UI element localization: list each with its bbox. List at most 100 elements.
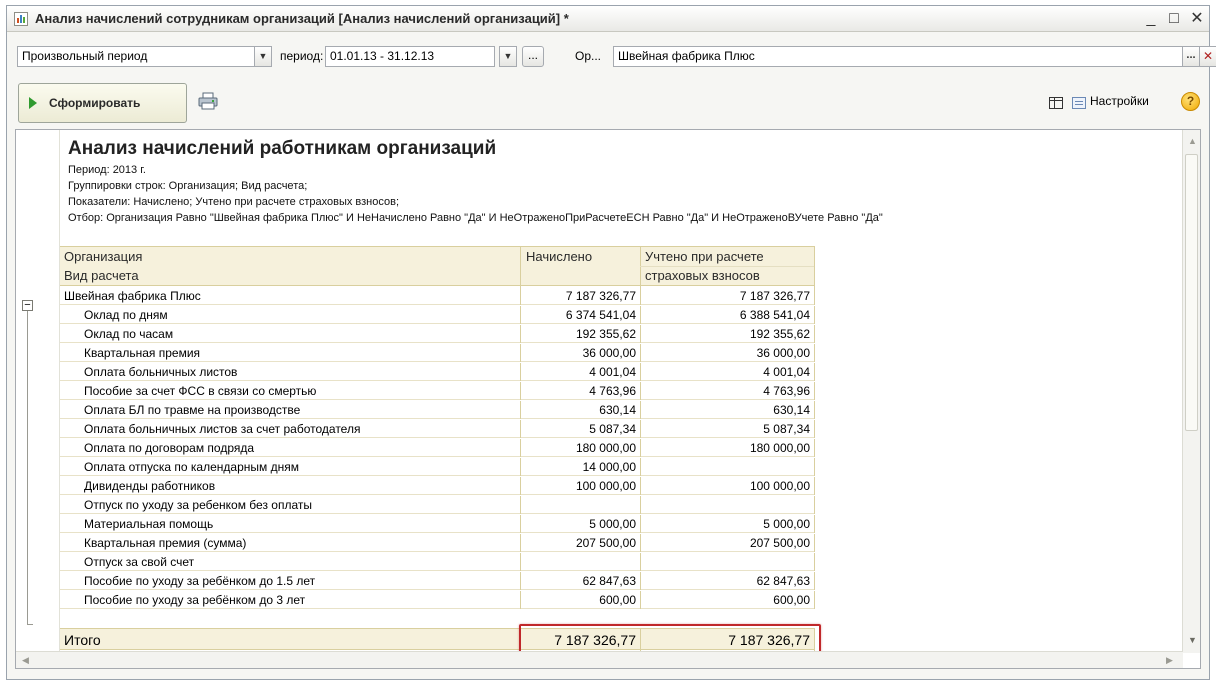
report-window: Анализ начислений сотрудникам организаци… bbox=[6, 5, 1216, 680]
table-row[interactable]: Пособие за счет ФСС в связи со смертью 4 … bbox=[60, 382, 815, 400]
organization-input[interactable]: Швейная фабрика Плюс bbox=[613, 46, 1183, 67]
vertical-scroll-thumb[interactable] bbox=[1185, 154, 1198, 431]
report-indicators: Показатели: Начислено; Учтено при расчет… bbox=[68, 196, 399, 208]
cell-insured bbox=[640, 458, 815, 476]
period-label: период: bbox=[280, 49, 324, 63]
cell-insured: 5 000,00 bbox=[640, 515, 815, 533]
cell-name: Оклад по часам bbox=[84, 327, 174, 341]
table-header: Организация Вид расчета Начислено Учтено… bbox=[60, 246, 815, 287]
minimize-button[interactable]: _ bbox=[1140, 8, 1162, 30]
period-select-button[interactable]: ... bbox=[522, 46, 544, 67]
scroll-down-icon[interactable]: ▼ bbox=[1188, 635, 1197, 645]
cell-accrued: 14 000,00 bbox=[520, 458, 640, 476]
scroll-left-icon[interactable]: ◀ bbox=[22, 655, 29, 666]
cell-insured: 6 388 541,04 bbox=[640, 306, 815, 324]
table-row[interactable]: Оплата больничных листов за счет работод… bbox=[60, 420, 815, 438]
generate-button-label: Сформировать bbox=[49, 96, 141, 110]
play-icon bbox=[29, 97, 37, 109]
period-input[interactable]: 01.01.13 - 31.12.13 bbox=[325, 46, 495, 67]
settings-button[interactable]: Настройки bbox=[1090, 94, 1149, 108]
close-button[interactable]: ✕ bbox=[1186, 8, 1208, 30]
report-filter: Отбор: Организация Равно "Швейная фабрик… bbox=[68, 212, 883, 224]
vertical-scrollbar[interactable]: ▲ ▼ bbox=[1182, 130, 1200, 653]
title-bar: Анализ начислений сотрудникам организаци… bbox=[7, 6, 1209, 32]
cell-name: Пособие по уходу за ребёнком до 3 лет bbox=[84, 593, 306, 607]
table-view-icon[interactable] bbox=[1049, 97, 1063, 109]
header-accrued: Начислено bbox=[526, 249, 593, 264]
cell-accrued: 4 001,04 bbox=[520, 363, 640, 381]
table-row[interactable]: Квартальная премия (сумма) 207 500,00 207 … bbox=[60, 534, 815, 552]
cell-name: Квартальная премия bbox=[84, 346, 201, 360]
cell-accrued bbox=[520, 496, 640, 514]
cell-accrued: 5 087,34 bbox=[520, 420, 640, 438]
cell-accrued: 180 000,00 bbox=[520, 439, 640, 457]
header-insured-line1: Учтено при расчете bbox=[645, 249, 764, 264]
organization-select-button[interactable]: ... bbox=[1182, 46, 1200, 67]
clear-icon[interactable]: ✕ bbox=[1199, 46, 1216, 67]
tree-line bbox=[27, 311, 28, 624]
print-icon[interactable] bbox=[198, 92, 218, 110]
collapse-icon[interactable]: − bbox=[22, 300, 33, 311]
cell-insured: 630,14 bbox=[640, 401, 815, 419]
report-app-icon bbox=[14, 12, 28, 26]
generate-button[interactable]: Сформировать bbox=[18, 83, 187, 123]
horizontal-scrollbar[interactable]: ◀ ▶ bbox=[16, 651, 1183, 668]
cell-accrued: 7 187 326,77 bbox=[520, 287, 640, 305]
cell-name: Дивиденды работников bbox=[84, 479, 216, 493]
table-row[interactable]: Оклад по часам 192 355,62 192 355,62 bbox=[60, 325, 815, 343]
cell-accrued: 36 000,00 bbox=[520, 344, 640, 362]
cell-accrued: 5 000,00 bbox=[520, 515, 640, 533]
table-row[interactable]: Дивиденды работников 100 000,00 100 000,00 bbox=[60, 477, 815, 495]
total-highlight-frame bbox=[519, 624, 821, 653]
cell-accrued: 100 000,00 bbox=[520, 477, 640, 495]
table-row[interactable]: Оплата БЛ по травме на производстве 630,1… bbox=[60, 401, 815, 419]
table-row[interactable]: Оплата отпуска по календарным дням 14 000… bbox=[60, 458, 815, 476]
cell-accrued: 630,14 bbox=[520, 401, 640, 419]
cell-accrued bbox=[520, 553, 640, 571]
cell-name: Швейная фабрика Плюс bbox=[64, 289, 201, 303]
cell-accrued: 4 763,96 bbox=[520, 382, 640, 400]
table-row[interactable]: Пособие по уходу за ребёнком до 1.5 лет 6… bbox=[60, 572, 815, 590]
maximize-button[interactable]: □ bbox=[1163, 8, 1185, 30]
table-row[interactable]: Отпуск по уходу за ребенком без оплаты bbox=[60, 496, 815, 514]
table-row[interactable]: Материальная помощь 5 000,00 5 000,00 bbox=[60, 515, 815, 533]
report-area[interactable]: Анализ начислений работникам организаций… bbox=[15, 129, 1201, 669]
header-insured-line2: страховых взносов bbox=[645, 268, 760, 283]
scroll-up-icon[interactable]: ▲ bbox=[1188, 136, 1197, 146]
period-type-dropdown-icon[interactable]: ▼ bbox=[254, 46, 272, 67]
report-period: Период: 2013 г. bbox=[68, 164, 146, 176]
table-row[interactable]: Оплата больничных листов 4 001,04 4 001,04 bbox=[60, 363, 815, 381]
window-title: Анализ начислений сотрудникам организаци… bbox=[35, 11, 569, 26]
cell-insured: 100 000,00 bbox=[640, 477, 815, 495]
table-row[interactable]: Пособие по уходу за ребёнком до 3 лет 600… bbox=[60, 591, 815, 609]
table-row-group[interactable]: Швейная фабрика Плюс 7 187 326,77 7 187 … bbox=[60, 287, 815, 305]
table-row[interactable]: Квартальная премия 36 000,00 36 000,00 bbox=[60, 344, 815, 362]
cell-insured bbox=[640, 496, 815, 514]
tree-line-end bbox=[27, 624, 33, 625]
cell-accrued: 207 500,00 bbox=[520, 534, 640, 552]
table-row[interactable]: Отпуск за свой счет bbox=[60, 553, 815, 571]
help-icon[interactable]: ? bbox=[1181, 92, 1200, 111]
table-row[interactable]: Оклад по дням 6 374 541,04 6 388 541,04 bbox=[60, 306, 815, 324]
period-type-select[interactable]: Произвольный период bbox=[17, 46, 255, 67]
period-dropdown-icon[interactable]: ▼ bbox=[499, 46, 517, 67]
cell-name: Пособие по уходу за ребёнком до 1.5 лет bbox=[84, 574, 316, 588]
header-separator bbox=[520, 247, 521, 287]
cell-accrued: 6 374 541,04 bbox=[520, 306, 640, 324]
cell-name: Квартальная премия (сумма) bbox=[84, 536, 247, 550]
settings-icon[interactable] bbox=[1072, 97, 1086, 109]
cell-insured: 62 847,63 bbox=[640, 572, 815, 590]
cell-insured: 5 087,34 bbox=[640, 420, 815, 438]
cell-accrued: 600,00 bbox=[520, 591, 640, 609]
scroll-right-icon[interactable]: ▶ bbox=[1166, 655, 1173, 666]
cell-insured: 4 763,96 bbox=[640, 382, 815, 400]
header-divider bbox=[640, 266, 815, 267]
tree-gutter bbox=[16, 130, 60, 653]
header-separator bbox=[814, 247, 815, 287]
total-label: Итого bbox=[64, 632, 101, 648]
header-organization: Организация bbox=[64, 249, 143, 264]
cell-insured: 36 000,00 bbox=[640, 344, 815, 362]
table-row[interactable]: Оплата по договорам подряда 180 000,00 180… bbox=[60, 439, 815, 457]
report-title: Анализ начислений работникам организаций bbox=[68, 138, 497, 159]
cell-name: Оплата БЛ по травме на производстве bbox=[84, 403, 301, 417]
